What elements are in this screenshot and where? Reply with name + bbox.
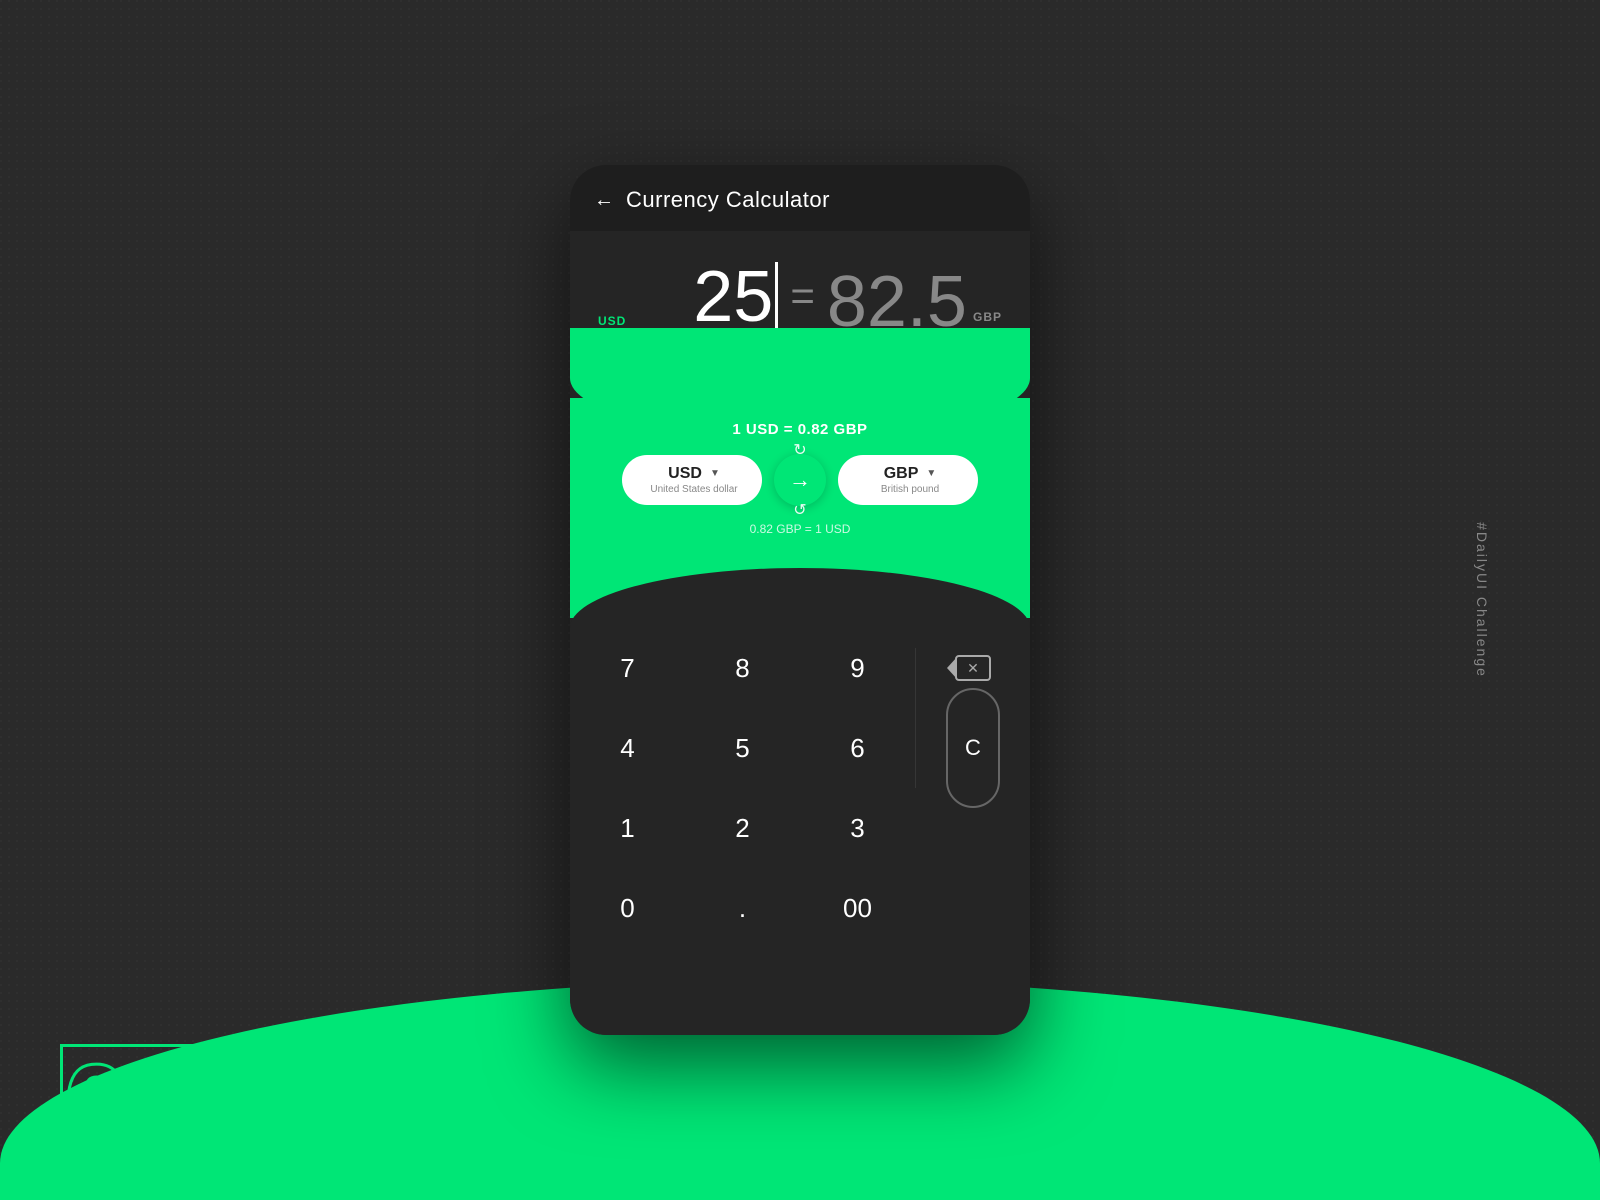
to-currency-label: GBP bbox=[973, 310, 1002, 324]
rate-section: 1 USD = 0.82 GBP USD ▼ United States dol… bbox=[570, 358, 1030, 618]
to-dropdown-icon: ▼ bbox=[926, 468, 936, 479]
backspace-icon: ✕ bbox=[955, 655, 991, 681]
forward-rate-label: 1 USD = 0.82 GBP bbox=[732, 421, 867, 438]
keypad-section: 7 8 9 ✕ 4 5 6 C 1 2 3 0 . bbox=[570, 618, 1030, 1035]
key-1[interactable]: 1 bbox=[570, 788, 685, 868]
key-2[interactable]: 2 bbox=[685, 788, 800, 868]
swap-arrow-top-icon: ↻ bbox=[793, 440, 806, 460]
swap-button[interactable]: ↻ → ↺ bbox=[774, 454, 826, 506]
header: ← Currency Calculator bbox=[570, 165, 1030, 231]
from-amount-area[interactable]: 25 bbox=[634, 261, 778, 338]
clear-container: C bbox=[915, 708, 1030, 788]
to-code-text: GBP bbox=[884, 465, 919, 483]
phone-card: ← Currency Calculator USD 25 = 82.5 GBP … bbox=[570, 165, 1030, 1035]
key-00[interactable]: 00 bbox=[800, 868, 915, 948]
from-selector-code: USD ▼ bbox=[668, 465, 720, 483]
swap-arrow-bottom-icon: ↺ bbox=[793, 500, 806, 520]
from-selector-name: United States dollar bbox=[650, 484, 737, 495]
page-title: Currency Calculator bbox=[626, 187, 830, 213]
currency-selectors: USD ▼ United States dollar ↻ → ↺ GBP ▼ B… bbox=[590, 454, 1010, 506]
key-0[interactable]: 0 bbox=[570, 868, 685, 948]
backspace-shape: ✕ bbox=[955, 655, 991, 681]
key-4[interactable]: 4 bbox=[570, 708, 685, 788]
from-amount-value: 25 bbox=[693, 261, 778, 333]
from-code-text: USD bbox=[668, 465, 702, 483]
key-5[interactable]: 5 bbox=[685, 708, 800, 788]
key-decimal[interactable]: . bbox=[685, 868, 800, 948]
to-currency-selector[interactable]: GBP ▼ British pound bbox=[838, 455, 978, 505]
challenge-number: 04 bbox=[60, 1044, 199, 1170]
back-arrow-icon[interactable]: ← bbox=[594, 189, 614, 212]
to-selector-name: British pound bbox=[881, 484, 939, 495]
key-6[interactable]: 6 bbox=[800, 708, 915, 788]
to-selector-code: GBP ▼ bbox=[884, 465, 937, 483]
from-dropdown-icon: ▼ bbox=[710, 468, 720, 479]
from-currency-label: USD bbox=[598, 314, 626, 328]
keypad-grid: 7 8 9 ✕ 4 5 6 C 1 2 3 0 . bbox=[570, 628, 1030, 948]
swap-arrow-icon: → bbox=[789, 467, 811, 493]
wave-content: 1 USD = 0.82 GBP USD ▼ United States dol… bbox=[570, 358, 1030, 598]
from-amount-text: 25 bbox=[693, 261, 773, 333]
daily-ui-label: #DailyUI Challenge bbox=[1474, 522, 1490, 678]
backspace-x-icon: ✕ bbox=[967, 660, 979, 677]
equals-sign: = bbox=[778, 272, 827, 320]
clear-button[interactable]: C bbox=[946, 688, 1000, 808]
key-3[interactable]: 3 bbox=[800, 788, 915, 868]
reverse-rate-label: 0.82 GBP = 1 USD bbox=[750, 522, 851, 536]
from-currency-selector[interactable]: USD ▼ United States dollar bbox=[622, 455, 762, 505]
